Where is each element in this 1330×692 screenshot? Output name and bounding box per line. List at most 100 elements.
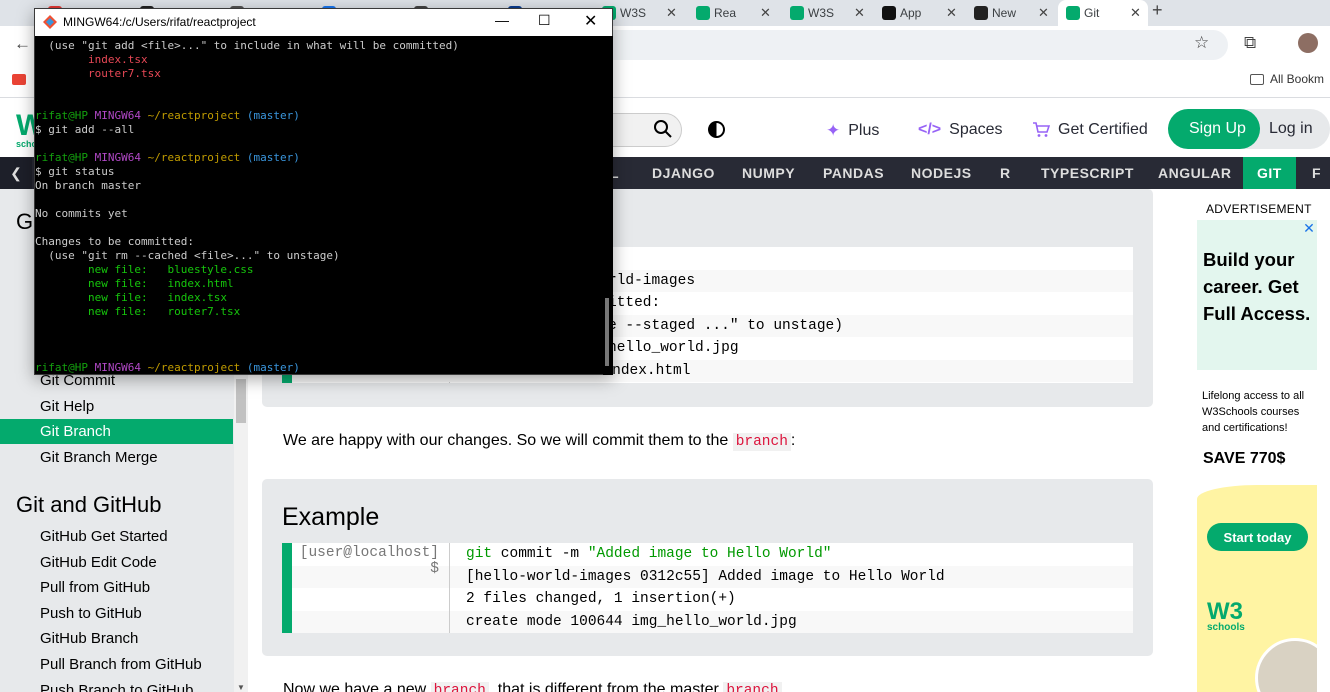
nav-left-arrow-icon[interactable]: ❮ — [0, 157, 32, 189]
new-tab-button[interactable]: + — [1152, 0, 1163, 21]
code-line: e --staged ..." to unstage) — [608, 317, 843, 334]
paragraph-text: Now we have a new — [283, 681, 431, 692]
browser-tab[interactable]: App ✕ — [874, 0, 964, 26]
terminal-line: $ git status — [35, 165, 603, 179]
terminal-text: rifat@HP — [35, 361, 95, 374]
sidebar-item[interactable]: Git Help — [0, 394, 233, 419]
ad-headline: Build your career. Get Full Access. — [1203, 249, 1311, 324]
browser-tab[interactable]: W3S ✕ — [782, 0, 872, 26]
profile-avatar[interactable] — [1298, 33, 1318, 53]
tab-close-icon[interactable]: ✕ — [760, 5, 771, 21]
terminal-line: new file: index.html — [35, 277, 603, 291]
sidebar-item[interactable]: GitHub Edit Code — [0, 550, 233, 575]
topnav-item[interactable]: NODEJS — [901, 157, 982, 189]
terminal-line: Changes to be committed: — [35, 235, 603, 249]
signup-button[interactable]: Sign Up — [1168, 109, 1260, 149]
sidebar-scroll-thumb[interactable] — [236, 379, 246, 423]
terminal-window[interactable]: MINGW64:/c/Users/rifat/reactproject — ☐ … — [34, 8, 613, 375]
browser-tab[interactable]: Rea ✕ — [688, 0, 778, 26]
terminal-text: MINGW64 — [94, 151, 148, 164]
terminal-text: index.tsx — [35, 53, 148, 66]
folder-icon — [1249, 73, 1264, 85]
terminal-text: new file: index.html — [35, 277, 234, 290]
close-icon[interactable]: ✕ — [584, 11, 597, 31]
back-arrow-icon[interactable]: ← — [14, 34, 31, 54]
sidebar-item[interactable]: Pull Branch from GitHub — [0, 652, 233, 677]
terminal-text: (master) — [240, 151, 300, 164]
ad-start-button[interactable]: Start today — [1207, 523, 1308, 551]
topnav-item[interactable]: GIT — [1243, 157, 1296, 189]
topnav-item[interactable]: PANDAS — [813, 157, 894, 189]
tab-close-icon[interactable]: ✕ — [1130, 5, 1141, 21]
all-bookmarks-button[interactable]: All Bookm — [1249, 72, 1324, 86]
topnav-item[interactable]: F — [1302, 157, 1330, 189]
terminal-text: router7.tsx — [35, 67, 161, 80]
tab-label: Rea — [714, 6, 737, 20]
inline-code: branch — [723, 682, 782, 692]
sidebar-item[interactable]: Push Branch to GitHub — [0, 678, 233, 692]
terminal-line: (use "git rm --cached <file>..." to unst… — [35, 249, 603, 263]
terminal-line: No commits yet — [35, 207, 603, 221]
tab-close-icon[interactable]: ✕ — [946, 5, 957, 21]
terminal-text: ~/reactproject — [147, 109, 241, 122]
code-icon: </> — [918, 121, 942, 138]
terminal-output[interactable]: (use "git add <file>..." to include in w… — [35, 39, 603, 374]
sidebar-item[interactable]: Git Branch — [0, 419, 233, 445]
plus-link[interactable]: ✦ Plus — [826, 121, 879, 141]
sidebar-item[interactable]: GitHub Branch — [0, 626, 233, 651]
code-prompt: [user@localhost] $ — [292, 543, 450, 633]
paragraph-text: , that is different from the master — [488, 681, 724, 692]
topnav-item[interactable]: DJANGO — [642, 157, 725, 189]
terminal-line: rifat@HP MINGW64 ~/reactproject (master) — [35, 361, 603, 374]
terminal-line: rifat@HP MINGW64 ~/reactproject (master) — [35, 151, 603, 165]
terminal-text: (use "git add <file>..." to include in w… — [35, 39, 459, 52]
topnav-item[interactable]: NUMPY — [732, 157, 805, 189]
sparkle-icon: ✦ — [826, 121, 841, 140]
all-bookmarks-label: All Bookm — [1269, 72, 1324, 86]
terminal-text: new file: router7.tsx — [35, 305, 241, 318]
tab-close-icon[interactable]: ✕ — [854, 5, 865, 21]
extensions-icon[interactable]: ⧉ — [1244, 33, 1256, 53]
search-icon[interactable] — [653, 119, 673, 139]
sidebar-item[interactable]: Git Branch Merge — [0, 445, 233, 470]
ad-save: SAVE 770$ — [1203, 450, 1286, 467]
dark-mode-toggle-icon[interactable] — [708, 121, 725, 138]
code-command: commit -m — [492, 546, 588, 562]
scroll-down-icon[interactable]: ▼ — [237, 683, 245, 692]
terminal-text: $ git add --all — [35, 123, 135, 136]
tab-label: New — [992, 6, 1017, 20]
terminal-titlebar[interactable]: MINGW64:/c/Users/rifat/reactproject — ☐ … — [35, 9, 612, 36]
terminal-line: new file: bluestyle.css — [35, 263, 603, 277]
example-title: Example — [282, 503, 380, 531]
ad-close-icon[interactable]: ✕ — [1301, 220, 1317, 236]
advertisement[interactable]: ✕ Build your career. Get Full Access. Li… — [1197, 220, 1317, 692]
sidebar-item[interactable]: Push to GitHub — [0, 601, 233, 626]
sidebar-item[interactable]: GitHub Get Started — [0, 524, 233, 549]
terminal-text: (master) — [240, 361, 300, 374]
topnav-item[interactable]: ANGULAR — [1148, 157, 1242, 189]
terminal-scrollbar[interactable] — [603, 36, 613, 375]
terminal-line: $ git add --all — [35, 123, 603, 137]
paragraph-end: : — [790, 432, 796, 449]
terminal-text: new file: index.tsx — [35, 291, 228, 304]
get-certified-link[interactable]: Get Certified — [1032, 121, 1148, 139]
tab-label: W3S — [620, 6, 647, 20]
ad-subtext: Lifelong access to all W3Schools courses… — [1202, 390, 1305, 434]
tab-close-icon[interactable]: ✕ — [666, 5, 677, 21]
paragraph-new-branch: Now we have a new branch, that is differ… — [283, 681, 782, 692]
terminal-scroll-thumb[interactable] — [605, 298, 609, 366]
browser-tab[interactable]: New ✕ — [966, 0, 1056, 26]
tab-label: App — [900, 6, 922, 20]
gmail-bookmark-icon[interactable] — [12, 74, 26, 85]
tab-close-icon[interactable]: ✕ — [1038, 5, 1049, 21]
browser-tab[interactable]: Git ✕ — [1058, 0, 1148, 26]
minimize-icon[interactable]: — — [495, 12, 509, 28]
spaces-link[interactable]: </> Spaces — [918, 121, 1003, 139]
terminal-line: new file: router7.tsx — [35, 305, 603, 319]
bookmark-star-icon[interactable]: ☆ — [1194, 33, 1209, 53]
maximize-icon[interactable]: ☐ — [538, 12, 551, 29]
topnav-item[interactable]: R — [990, 157, 1021, 189]
topnav-item[interactable]: TYPESCRIPT — [1031, 157, 1144, 189]
sidebar-item[interactable]: Pull from GitHub — [0, 575, 233, 600]
